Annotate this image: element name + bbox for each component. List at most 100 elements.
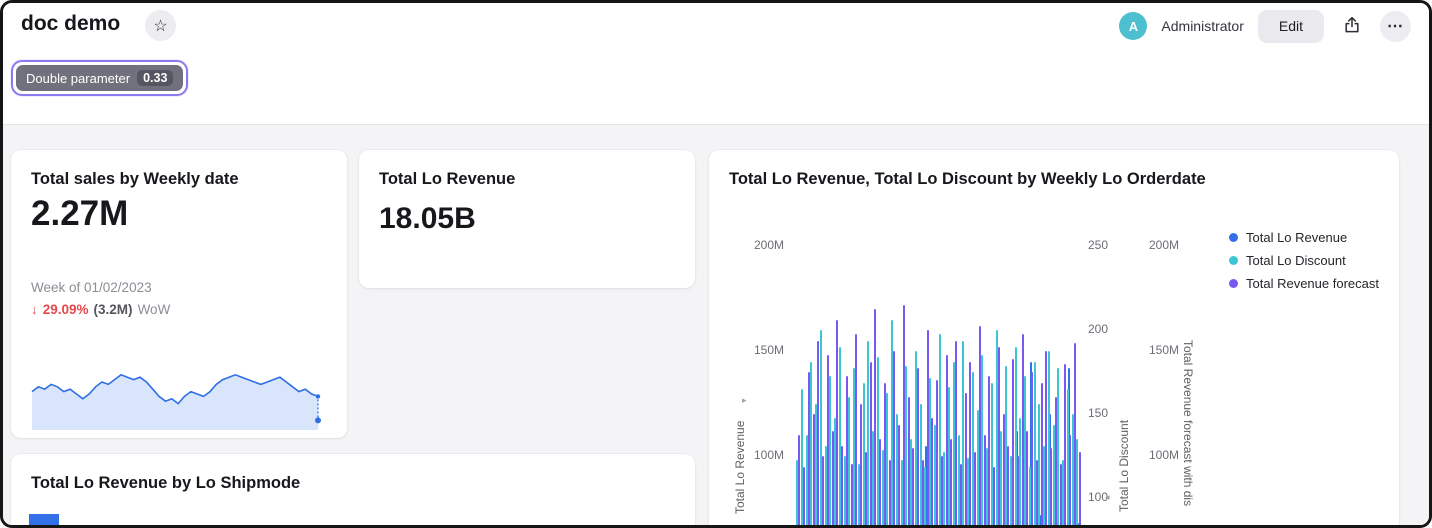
combo-bar[interactable] <box>984 435 986 528</box>
favorite-star-button[interactable]: ☆ <box>145 10 176 41</box>
combo-bar[interactable] <box>1079 452 1081 528</box>
combo-bar[interactable] <box>1055 397 1057 528</box>
combo-bar[interactable] <box>1045 351 1047 528</box>
combo-bar[interactable] <box>893 351 895 528</box>
legend-item-revenue[interactable]: Total Lo Revenue <box>1229 230 1379 245</box>
star-icon: ☆ <box>153 16 167 36</box>
combo-bar[interactable] <box>924 467 926 528</box>
combo-bar[interactable] <box>905 366 907 528</box>
more-options-button[interactable]: ⋯ <box>1380 11 1411 42</box>
combo-bar[interactable] <box>960 464 962 528</box>
combo-bar[interactable] <box>979 326 981 528</box>
combo-bar[interactable] <box>886 393 888 528</box>
combo-bar[interactable] <box>846 376 848 528</box>
combo-bar[interactable] <box>1069 435 1071 528</box>
axis3-tick: 100M <box>1143 448 1179 462</box>
axis1-tick: 150M <box>748 343 784 357</box>
combo-bar[interactable] <box>870 362 872 528</box>
combo-bar[interactable] <box>822 456 824 528</box>
combo-bar[interactable] <box>848 397 850 528</box>
chip-value: 0.33 <box>137 70 173 86</box>
combo-bar[interactable] <box>829 376 831 528</box>
combo-bar[interactable] <box>855 334 857 528</box>
combo-bar[interactable] <box>832 431 834 528</box>
combo-bar[interactable] <box>865 452 867 528</box>
combo-bar[interactable] <box>798 435 800 528</box>
combo-bar[interactable] <box>922 460 924 528</box>
double-parameter-chip[interactable]: Double parameter 0.33 <box>11 60 188 96</box>
combo-bar[interactable] <box>1017 456 1019 528</box>
combo-bar[interactable] <box>974 452 976 528</box>
combo-bar[interactable] <box>908 397 910 528</box>
combo-bar[interactable] <box>874 309 876 528</box>
axis-scroll-left-icon[interactable]: ◂ <box>1105 492 1110 503</box>
combo-bar[interactable] <box>931 418 933 528</box>
combo-bar[interactable] <box>1036 460 1038 528</box>
combo-bar[interactable] <box>1041 383 1043 528</box>
combo-bar[interactable] <box>841 446 843 528</box>
combo-bar[interactable] <box>1026 431 1028 528</box>
combo-bar[interactable] <box>965 393 967 528</box>
kpi-value: 2.27M <box>31 194 128 234</box>
combo-bar[interactable] <box>1076 439 1078 528</box>
combo-bar[interactable] <box>1038 404 1040 528</box>
combo-bar[interactable] <box>1060 464 1062 528</box>
combo-bar[interactable] <box>1019 418 1021 528</box>
share-button[interactable] <box>1338 12 1366 40</box>
combo-bar[interactable] <box>808 372 810 528</box>
combo-bar[interactable] <box>962 341 964 528</box>
combo-bar[interactable] <box>993 467 995 528</box>
combo-bar[interactable] <box>1000 431 1002 528</box>
combo-bar[interactable] <box>969 362 971 528</box>
combo-bar[interactable] <box>884 383 886 528</box>
combo-bar[interactable] <box>903 305 905 528</box>
combo-bar[interactable] <box>810 362 812 528</box>
combo-bar[interactable] <box>998 347 1000 528</box>
combo-bar[interactable] <box>879 439 881 528</box>
combo-bar[interactable] <box>889 460 891 528</box>
avatar[interactable]: A <box>1119 12 1147 40</box>
combo-bar[interactable] <box>917 368 919 528</box>
combo-bar[interactable] <box>1003 414 1005 528</box>
combo-bar[interactable] <box>860 404 862 528</box>
combo-bar[interactable] <box>1031 372 1033 528</box>
combo-bar[interactable] <box>817 341 819 528</box>
combo-bar[interactable] <box>1064 364 1066 528</box>
combo-bar[interactable] <box>836 320 838 528</box>
combo-bar[interactable] <box>1057 368 1059 528</box>
combo-bar[interactable] <box>851 464 853 528</box>
combo-bar[interactable] <box>912 448 914 528</box>
legend-dot-cyan <box>1229 256 1238 265</box>
combo-bar[interactable] <box>950 439 952 528</box>
app-frame: doc demo ☆ A Administrator Edit ⋯ <box>0 0 1432 528</box>
legend-item-forecast[interactable]: Total Revenue forecast <box>1229 276 1379 291</box>
combo-bar[interactable] <box>1007 446 1009 528</box>
combo-bar[interactable] <box>988 376 990 528</box>
combo-bar[interactable] <box>943 452 945 528</box>
combo-bar[interactable] <box>1012 359 1014 528</box>
kpi-value: 18.05B <box>379 202 476 236</box>
combo-bar[interactable] <box>1074 343 1076 528</box>
combo-bar[interactable] <box>813 414 815 528</box>
combo-bar[interactable] <box>946 355 948 528</box>
combo-bar[interactable] <box>803 467 805 528</box>
combo-bar[interactable] <box>827 355 829 528</box>
edit-button[interactable]: Edit <box>1258 10 1324 43</box>
delta-arrow-icon: ↓ <box>31 302 38 317</box>
combo-bar[interactable] <box>981 355 983 528</box>
combo-bar[interactable] <box>927 330 929 528</box>
sales-sparkline-chart[interactable] <box>31 346 327 434</box>
combo-bar[interactable] <box>955 341 957 528</box>
shipmode-bar[interactable] <box>29 514 59 528</box>
axis2-label: Total Lo Discount <box>1117 400 1131 512</box>
legend-label: Total Lo Revenue <box>1246 230 1347 245</box>
combo-bar[interactable] <box>936 380 938 528</box>
combo-bar[interactable] <box>1050 448 1052 528</box>
combo-bar[interactable] <box>867 341 869 528</box>
combo-plot-area[interactable] <box>796 150 1081 528</box>
combo-bar[interactable] <box>1022 334 1024 528</box>
combo-bar[interactable] <box>941 456 943 528</box>
legend-item-discount[interactable]: Total Lo Discount <box>1229 253 1379 268</box>
card-combo-chart: Total Lo Revenue, Total Lo Discount by W… <box>709 150 1399 528</box>
combo-bar[interactable] <box>898 425 900 528</box>
